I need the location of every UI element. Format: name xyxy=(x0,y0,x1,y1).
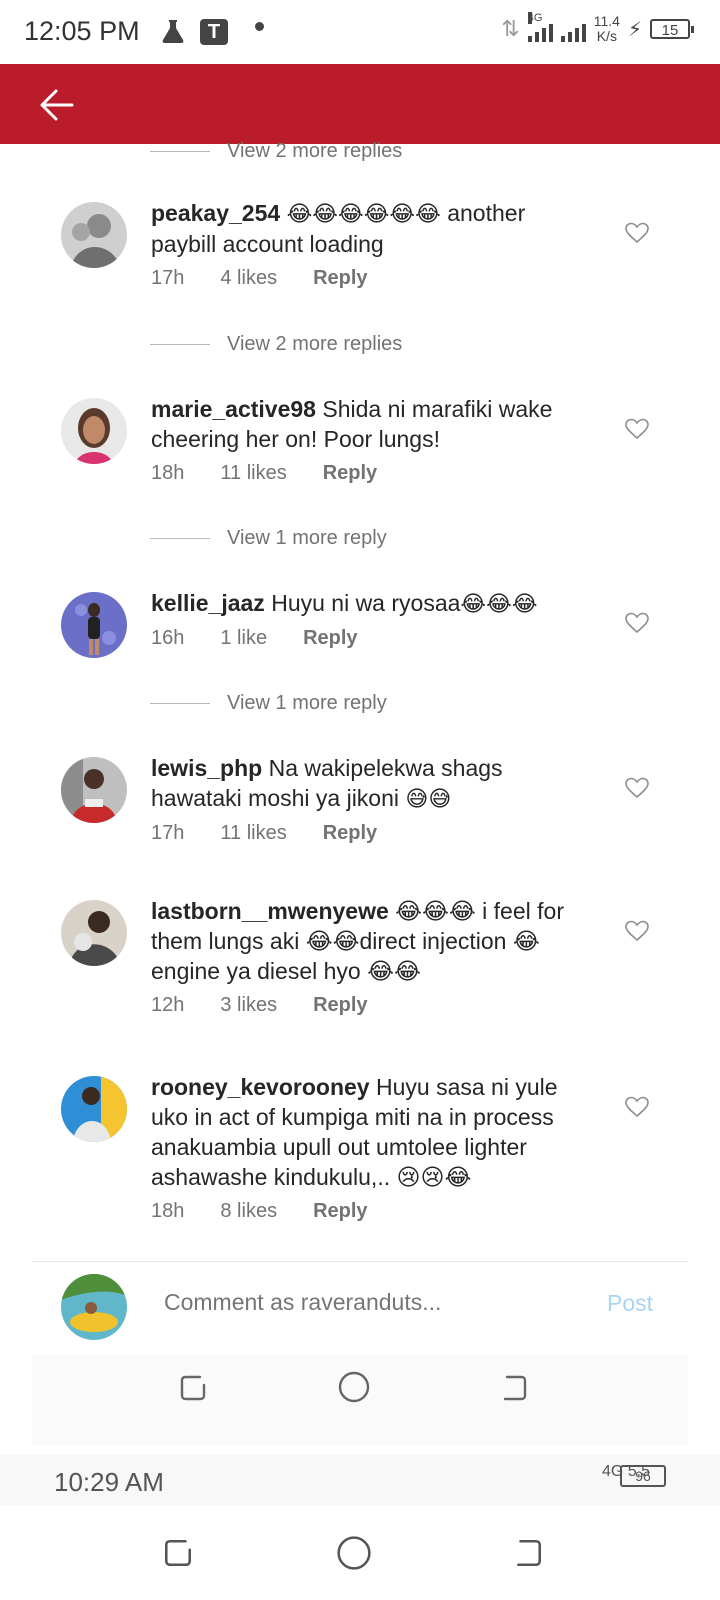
comment-likes[interactable]: 11 likes xyxy=(220,822,286,845)
heart-icon[interactable] xyxy=(625,612,649,634)
view-replies-link[interactable]: View 1 more reply xyxy=(150,688,387,718)
avatar[interactable] xyxy=(61,757,127,823)
comment-time: 17h xyxy=(151,267,185,289)
reply-button[interactable]: Reply xyxy=(303,627,357,650)
comment-meta: 12h 3 likes Reply xyxy=(151,994,596,1017)
comment-username[interactable]: rooney_kevorooney xyxy=(151,1074,370,1100)
recents-button-icon[interactable] xyxy=(162,1537,194,1569)
comment-input[interactable] xyxy=(162,1288,586,1317)
status-right: ⇅ 4G 11.4 K/s ⚡ 15 xyxy=(501,12,694,44)
comment-time: 18h xyxy=(151,1200,185,1222)
comment-username[interactable]: lewis_php xyxy=(151,755,262,781)
comment-likes[interactable]: 11 likes xyxy=(220,462,286,485)
reply-button[interactable]: Reply xyxy=(313,267,367,290)
comment-likes[interactable]: 3 likes xyxy=(220,994,277,1017)
post-button[interactable]: Post xyxy=(607,1290,653,1317)
comment-time: 18h xyxy=(151,462,185,484)
heart-icon[interactable] xyxy=(625,1096,649,1118)
back-button-icon[interactable] xyxy=(512,1537,544,1569)
comment-meta: 18h 11 likes Reply xyxy=(151,462,596,485)
comment-emojis: 😂😂😂😂😂😂 xyxy=(286,201,441,226)
comment-username[interactable]: lastborn__mwenyewe xyxy=(151,898,389,924)
home-button-icon[interactable] xyxy=(337,1370,371,1404)
comment-meta: 18h 8 likes Reply xyxy=(151,1200,596,1223)
home-button-icon[interactable] xyxy=(336,1535,372,1571)
signal-4g-icon: 4G xyxy=(527,12,553,42)
nested-status-bar: 10:29 AM 4G 5.5 96 xyxy=(0,1455,720,1505)
comment-text: peakay_254 😂😂😂😂😂😂 another paybill accoun… xyxy=(151,198,596,259)
comment-time: 12h xyxy=(151,994,185,1016)
t-app-icon: T xyxy=(200,19,228,45)
network-speed: 11.4 K/s xyxy=(594,14,620,44)
comment-meta: 17h 11 likes Reply xyxy=(151,822,596,845)
comment-meta: 16h 1 like Reply xyxy=(151,627,596,650)
comment-likes[interactable]: 1 like xyxy=(220,627,267,650)
heart-icon[interactable] xyxy=(625,777,649,799)
view-replies-link[interactable]: View 1 more reply xyxy=(150,523,387,553)
comment-meta: 17h 4 likes Reply xyxy=(151,267,596,290)
status-bar: 12:05 PM T ⇅ 4G 11.4 K/s ⚡ 15 xyxy=(0,0,720,64)
data-arrows-icon: ⇅ xyxy=(501,16,520,41)
navigation-bar-inner xyxy=(32,1355,688,1445)
network-type: 4G xyxy=(527,12,543,24)
app-header xyxy=(0,64,720,144)
comment-likes[interactable]: 8 likes xyxy=(220,1200,277,1223)
view-replies-link[interactable]: View 2 more replies xyxy=(150,136,402,166)
comment-text: rooney_kevorooney Huyu sasa ni yule uko … xyxy=(151,1072,596,1192)
battery-icon: 15 xyxy=(650,19,694,39)
comment-emojis: 😅😅 xyxy=(405,786,452,811)
navigation-bar xyxy=(0,1505,720,1600)
heart-icon[interactable] xyxy=(625,222,649,244)
notification-dot-icon xyxy=(255,22,264,31)
comment-likes[interactable]: 4 likes xyxy=(220,267,277,290)
speed-unit: K/s xyxy=(596,28,617,44)
reply-button[interactable]: Reply xyxy=(323,822,377,845)
avatar[interactable] xyxy=(61,398,127,464)
comment-text: lastborn__mwenyewe 😂😂😂 i feel for them l… xyxy=(151,896,596,986)
comment-time: 16h xyxy=(151,627,185,649)
reply-button[interactable]: Reply xyxy=(313,1200,367,1223)
comment-composer: Post xyxy=(0,1262,720,1352)
avatar[interactable] xyxy=(61,592,127,658)
status-time: 12:05 PM xyxy=(24,16,140,46)
reply-button[interactable]: Reply xyxy=(323,462,377,485)
comment-body: Huyu ni wa ryosaa xyxy=(264,590,461,616)
signal-icon xyxy=(560,16,586,42)
reply-button[interactable]: Reply xyxy=(313,994,367,1017)
heart-icon[interactable] xyxy=(625,418,649,440)
flask-icon xyxy=(160,18,186,50)
view-replies-link[interactable]: View 2 more replies xyxy=(150,329,402,359)
back-button-icon[interactable] xyxy=(499,1373,529,1403)
back-arrow-icon[interactable] xyxy=(38,86,76,124)
speed-value: 11.4 xyxy=(593,13,620,29)
comment-username[interactable]: kellie_jaaz xyxy=(151,590,265,616)
avatar[interactable] xyxy=(61,900,127,966)
my-avatar xyxy=(61,1274,127,1340)
comment-text: marie_active98 Shida ni marafiki wake ch… xyxy=(151,394,596,454)
heart-icon[interactable] xyxy=(625,920,649,942)
avatar[interactable] xyxy=(61,202,127,268)
comment-username[interactable]: peakay_254 xyxy=(151,200,280,226)
recents-button-icon[interactable] xyxy=(178,1373,208,1403)
avatar[interactable] xyxy=(61,1076,127,1142)
comment-time: 17h xyxy=(151,822,185,844)
nested-status-time: 10:29 AM xyxy=(54,1467,164,1497)
comment-emojis: 😂😂😂 xyxy=(460,591,538,616)
comment-username[interactable]: marie_active98 xyxy=(151,396,316,422)
comment-text: lewis_php Na wakipelekwa shags hawataki … xyxy=(151,753,596,814)
comment-text: kellie_jaaz Huyu ni wa ryosaa😂😂😂 xyxy=(151,588,596,619)
charging-icon: ⚡ xyxy=(627,18,642,41)
nested-battery-icon: 96 xyxy=(620,1465,666,1487)
